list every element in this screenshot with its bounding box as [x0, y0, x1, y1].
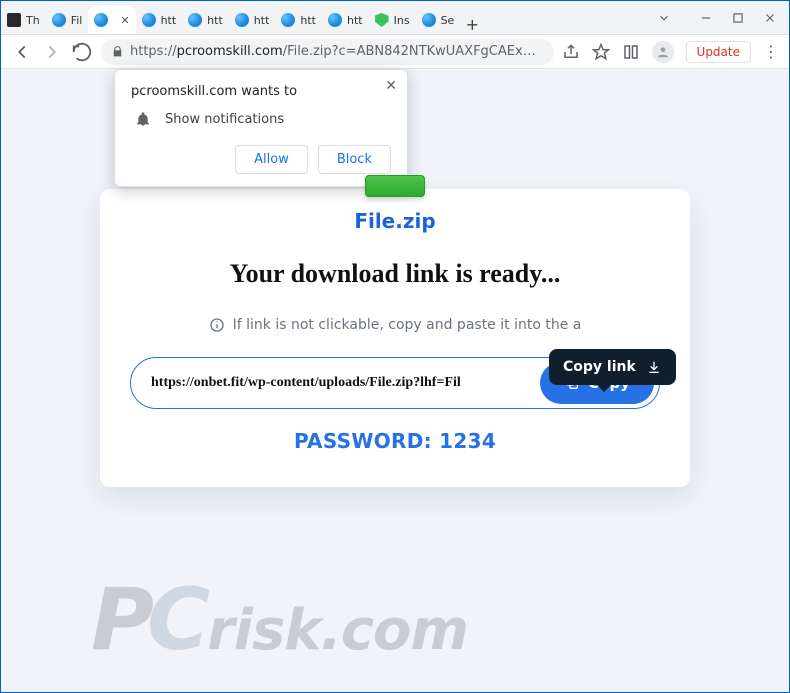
favicon-globe-icon — [281, 13, 295, 27]
reading-list-icon[interactable] — [622, 43, 640, 61]
tab-7[interactable]: htt — [322, 6, 369, 34]
download-url[interactable]: https://onbet.fit/wp-content/uploads/Fil… — [151, 375, 540, 391]
url-host: pcroomskill.com — [177, 44, 283, 59]
back-button[interactable] — [11, 41, 33, 63]
download-arrow-icon — [646, 359, 662, 375]
tab-2-active[interactable]: ✕ — [88, 6, 135, 34]
hint-text: If link is not clickable, copy and paste… — [233, 317, 582, 333]
bell-icon — [135, 111, 151, 127]
tooltip-label: Copy link — [563, 359, 636, 375]
tab-strip: Th Fil ✕ htt htt htt htt htt — [1, 1, 645, 34]
tab-4[interactable]: htt — [182, 6, 229, 34]
block-button[interactable]: Block — [318, 145, 391, 174]
kebab-menu-icon[interactable]: ⋮ — [763, 44, 779, 60]
reload-button[interactable] — [71, 41, 93, 63]
star-icon[interactable] — [592, 43, 610, 61]
tab-label: Fil — [71, 14, 83, 27]
favicon-globe-icon — [422, 13, 436, 27]
tab-label: htt — [254, 14, 270, 27]
allow-button[interactable]: Allow — [235, 145, 308, 174]
window-controls — [645, 1, 789, 34]
favicon-globe-icon — [142, 13, 156, 27]
chevron-down-icon[interactable] — [657, 11, 671, 25]
notification-permission-dialog: ✕ pcroomskill.com wants to Show notifica… — [114, 69, 408, 187]
watermark-c: C — [147, 570, 209, 670]
favicon-shield-icon — [375, 13, 389, 27]
tab-1[interactable]: Fil — [46, 6, 89, 34]
maximize-icon[interactable] — [731, 11, 745, 25]
close-icon[interactable]: ✕ — [385, 78, 397, 94]
close-window-icon[interactable] — [763, 11, 777, 25]
tab-3[interactable]: htt — [136, 6, 183, 34]
permission-origin: pcroomskill.com wants to — [131, 84, 391, 99]
address-bar[interactable]: https://pcroomskill.com/File.zip?c=ABN84… — [101, 39, 554, 65]
favicon-globe-icon — [94, 13, 108, 27]
tab-9[interactable]: Se — [416, 6, 461, 34]
permission-text: Show notifications — [165, 112, 284, 127]
permission-row: Show notifications — [131, 111, 391, 127]
tab-label: htt — [300, 14, 316, 27]
watermark-rest: risk.com — [207, 598, 468, 663]
favicon-globe-icon — [235, 13, 249, 27]
tab-label: htt — [207, 14, 223, 27]
new-tab-button[interactable]: + — [460, 15, 484, 34]
lock-icon — [111, 45, 124, 58]
permission-actions: Allow Block — [131, 145, 391, 174]
favicon-dark-icon — [7, 13, 21, 27]
browser-titlebar: Th Fil ✕ htt htt htt htt htt — [1, 1, 789, 35]
tab-5[interactable]: htt — [229, 6, 276, 34]
tab-close-icon[interactable]: ✕ — [120, 14, 129, 27]
tab-8[interactable]: Ins — [369, 6, 416, 34]
tab-label: Th — [26, 14, 40, 27]
watermark: P C risk.com — [91, 570, 468, 670]
favicon-globe-icon — [328, 13, 342, 27]
favicon-globe-icon — [188, 13, 202, 27]
copy-link-tooltip: Copy link — [549, 349, 676, 385]
minimize-icon[interactable] — [699, 11, 713, 25]
share-icon[interactable] — [562, 43, 580, 61]
tab-label: Se — [441, 14, 455, 27]
url-text: https://pcroomskill.com/File.zip?c=ABN84… — [130, 44, 544, 59]
toolbar-right: Update ⋮ — [562, 41, 779, 63]
url-scheme: https:// — [130, 44, 177, 59]
filename-label: File.zip — [130, 209, 660, 233]
watermark-p: P — [91, 570, 153, 670]
headline-label: Your download link is ready... — [130, 259, 660, 289]
tab-6[interactable]: htt — [275, 6, 322, 34]
info-icon — [209, 317, 225, 333]
favicon-globe-icon — [52, 13, 66, 27]
profile-avatar-icon[interactable] — [652, 41, 674, 63]
update-button[interactable]: Update — [686, 41, 751, 63]
tab-label: htt — [347, 14, 363, 27]
forward-button[interactable] — [41, 41, 63, 63]
tab-label: Ins — [394, 14, 410, 27]
url-path: /File.zip?c=ABN842NTKwUAXFgCAExUFwASAH… — [283, 44, 544, 59]
download-card: File.zip Your download link is ready... … — [100, 189, 690, 487]
file-icon — [365, 175, 425, 197]
hint-row: If link is not clickable, copy and paste… — [130, 317, 660, 333]
browser-toolbar: https://pcroomskill.com/File.zip?c=ABN84… — [1, 35, 789, 69]
tab-0[interactable]: Th — [1, 6, 46, 34]
password-label: PASSWORD: 1234 — [130, 429, 660, 453]
tab-label: htt — [161, 14, 177, 27]
